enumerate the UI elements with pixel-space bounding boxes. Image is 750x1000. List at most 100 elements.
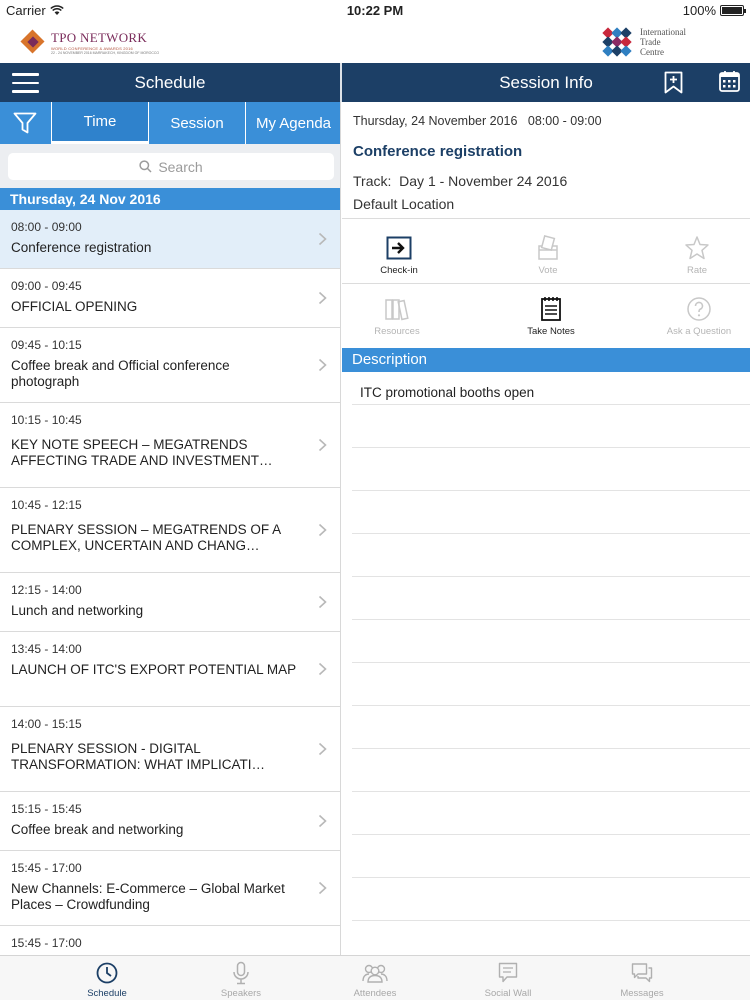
tab-my-agenda[interactable]: My Agenda [245,102,340,144]
tab-session[interactable]: Session [148,102,245,144]
session-title: LAUNCH OF ITC'S EXPORT POTENTIAL MAP [11,662,297,677]
session-title: PLENARY SESSION – MEGATRENDS OF A COMPLE… [11,522,281,553]
session-title: KEY NOTE SPEECH – MEGATRENDS AFFECTING T… [11,437,273,468]
session-row[interactable]: 10:45 - 12:15 PLENARY SESSION – MEGATREN… [0,488,340,573]
tab-speakers[interactable]: Speakers [166,960,316,999]
take-notes-button[interactable]: Take Notes [496,295,606,337]
check-in-label: Check-in [380,265,418,276]
vote-icon [538,235,558,260]
session-title: PLENARY SESSION - DIGITAL TRANSFORMATION… [11,741,266,772]
filter-button[interactable] [0,102,50,144]
session-time: 14:00 - 15:15 [11,717,82,731]
session-row[interactable]: 10:15 - 10:45 KEY NOTE SPEECH – MEGATREN… [0,403,340,488]
session-info-title: Session Info [499,73,593,92]
tpo-network-logo: TPO NETWORK WORLD CONFERENCE & AWARDS 20… [20,23,175,61]
session-time: 09:00 - 09:45 [11,279,82,293]
tab-messages-label: Messages [620,988,664,999]
note-line [352,447,750,448]
calendar-icon[interactable] [719,70,740,92]
note-line [352,791,750,792]
people-icon [362,964,388,983]
description-header: Description [342,348,750,372]
books-icon [385,299,409,321]
ask-question-button[interactable]: Ask a Question [644,295,750,337]
session-row[interactable]: 15:15 - 15:45 Coffee break and networkin… [0,792,340,851]
session-title: Conference registration [11,240,152,255]
check-in-button[interactable]: Check-in [344,234,454,276]
note-line [352,705,750,706]
session-info-pane: Thursday, 24 November 2016 08:00 - 09:00… [342,102,750,955]
day-header: Thursday, 24 Nov 2016 [0,188,340,210]
tab-attendees[interactable]: Attendees [300,960,450,999]
battery-indicator: 100% [682,3,746,18]
vote-button[interactable]: Vote [493,234,603,276]
session-row[interactable]: 12:15 - 14:00 Lunch and networking [0,573,340,632]
session-row[interactable]: 13:45 - 14:00 LAUNCH OF ITC'S EXPORT POT… [0,632,340,707]
chevron-right-icon [318,595,327,609]
tab-social-wall[interactable]: Social Wall [433,960,583,999]
bookmark-add-icon[interactable] [664,71,683,94]
session-row[interactable]: 14:00 - 15:15 PLENARY SESSION - DIGITAL … [0,707,340,792]
tab-attendees-label: Attendees [353,988,397,999]
social-wall-icon [498,962,518,983]
chevron-right-icon [318,232,327,246]
status-time: 10:22 PM [346,3,404,18]
note-line [352,533,750,534]
status-bar: Carrier 10:22 PM 100% [0,0,750,20]
note-line [352,834,750,835]
session-time: 12:15 - 14:00 [11,583,82,597]
chevron-right-icon [318,662,327,676]
session-title: Lunch and networking [11,603,144,618]
tab-messages[interactable]: Messages [567,960,717,999]
search-placeholder: Search [158,158,203,175]
session-title: New Channels: E-Commerce – Global Market… [11,881,285,912]
tpo-logo-icon [20,29,46,55]
chevron-right-icon [318,438,327,452]
session-time: 09:45 - 10:15 [11,338,82,352]
schedule-pane: Time Session My Agenda Search Thursday, … [0,102,341,955]
itc-logo-line1: International [640,27,686,37]
session-datetime: Thursday, 24 November 2016 08:00 - 09:00 [353,114,602,128]
note-line [352,576,750,577]
filter-icon [13,112,37,134]
logo-banner: TPO NETWORK WORLD CONFERENCE & AWARDS 20… [0,20,750,63]
schedule-title: Schedule [134,73,206,92]
session-row[interactable]: 08:00 - 09:00 Conference registration [0,210,340,269]
battery-percent: 100% [682,3,716,18]
resources-label: Resources [374,326,420,337]
chevron-right-icon [318,358,327,372]
tab-social-wall-label: Social Wall [484,988,532,999]
search-bar: Search [0,144,340,188]
check-in-icon [386,236,412,260]
chevron-right-icon [318,523,327,537]
itc-logo-line2: Trade [640,37,661,47]
resources-button[interactable]: Resources [342,295,452,337]
search-input[interactable]: Search [8,153,334,180]
session-time: 15:45 - 17:00 [11,861,82,875]
tab-schedule[interactable]: Schedule [32,960,182,999]
rate-button[interactable]: Rate [642,234,750,276]
note-line [352,877,750,878]
chevron-right-icon [318,742,327,756]
chevron-right-icon [318,814,327,828]
tab-time[interactable]: Time [51,102,148,144]
session-row[interactable]: 09:45 - 10:15 Coffee break and Official … [0,328,340,403]
session-list: 08:00 - 09:00 Conference registration 09… [0,210,340,955]
session-row[interactable]: 15:45 - 17:00 [0,926,340,955]
clock-icon [96,962,118,984]
session-row[interactable]: 15:45 - 17:00 New Channels: E-Commerce –… [0,851,340,926]
note-line [352,662,750,663]
chevron-right-icon [318,291,327,305]
session-time-range: 08:00 - 09:00 [527,114,602,128]
itc-logo-line3: Centre [640,47,664,57]
session-location: Default Location [353,196,455,212]
ask-question-label: Ask a Question [666,326,732,337]
take-notes-label: Take Notes [527,326,575,337]
session-title: OFFICIAL OPENING [11,299,138,314]
session-row[interactable]: 09:00 - 09:45 OFFICIAL OPENING [0,269,340,328]
session-time: 08:00 - 09:00 [11,220,82,234]
tab-speakers-label: Speakers [220,988,262,999]
itc-logo-icon [600,25,634,59]
nav-header: Schedule Session Info [0,63,750,102]
session-title: Coffee break and networking [11,822,184,837]
